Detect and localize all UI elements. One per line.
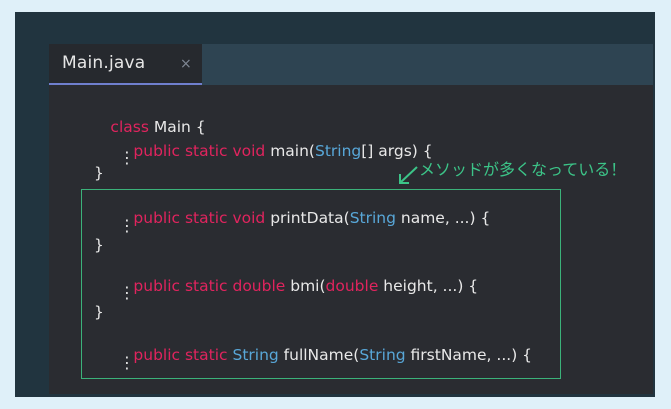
tab-main-java[interactable]: Main.java × — [49, 44, 202, 85]
tab-label: Main.java — [62, 53, 146, 73]
close-icon[interactable]: × — [180, 56, 192, 72]
type-name: String — [314, 142, 362, 160]
code-line-2: public static void main(String[] args) { — [94, 124, 432, 178]
keyword: public static void — [133, 142, 266, 160]
methods-highlight-box — [81, 189, 561, 379]
annotation-label: メソッドが多くなっている！ — [419, 160, 627, 179]
method-name: main( — [265, 142, 315, 160]
arrow-icon — [399, 166, 418, 184]
tab-bar: Main.java × — [49, 44, 653, 85]
code-editor[interactable]: Main.java × class Main { public static v… — [49, 44, 653, 394]
code-line-4: } — [94, 164, 104, 182]
editor-frame: Main.java × class Main { public static v… — [15, 12, 655, 397]
ellipsis-icon: ⋮ — [119, 148, 135, 167]
